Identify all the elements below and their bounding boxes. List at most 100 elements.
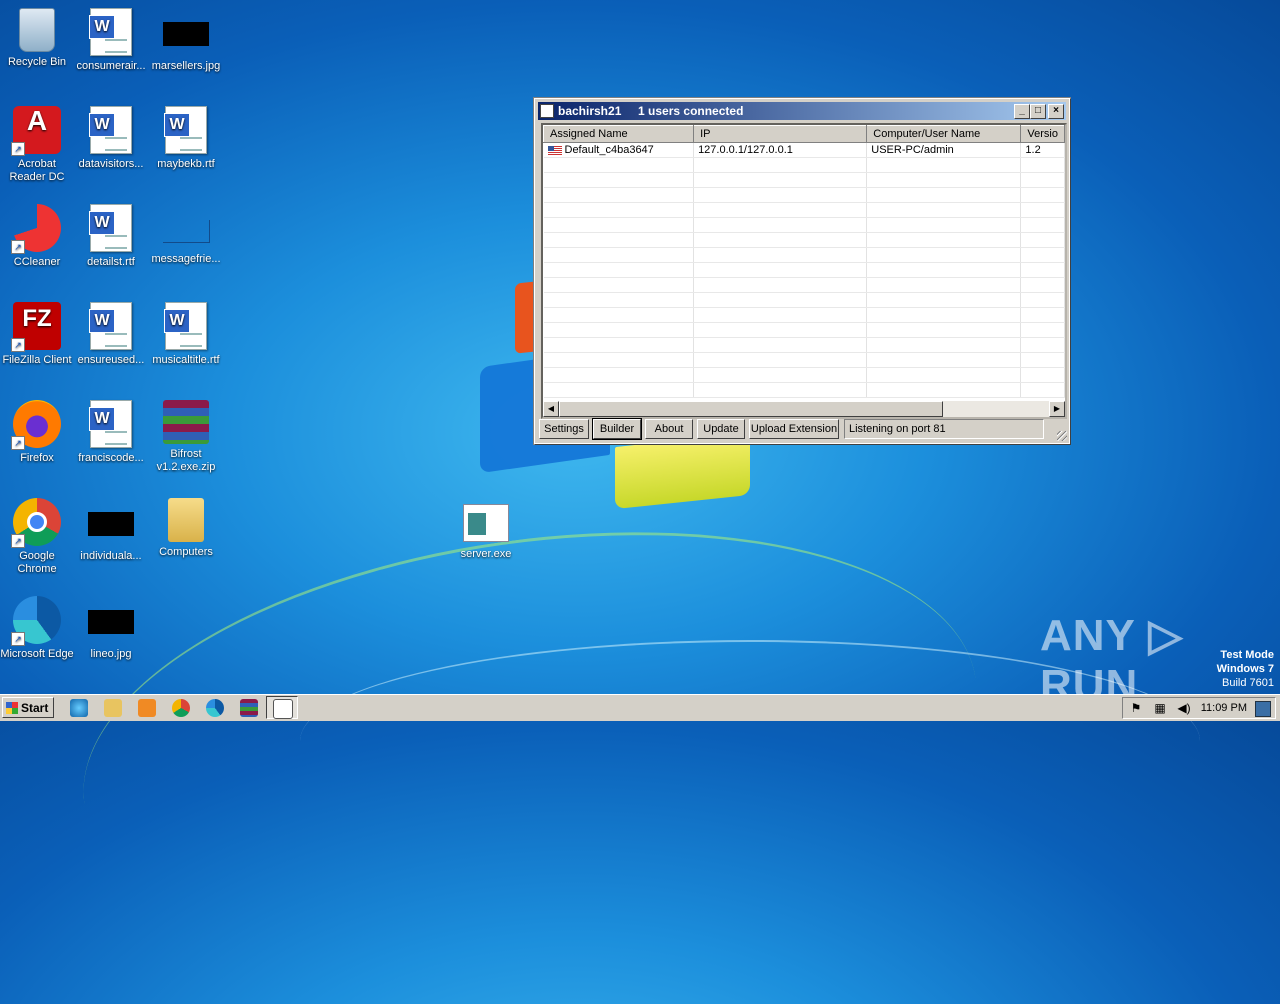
- desktop-icon-server-exe[interactable]: server.exe: [449, 498, 523, 561]
- empty-cell: [693, 322, 868, 338]
- winrar-taskbar-icon[interactable]: [240, 699, 258, 717]
- empty-cell: [1020, 247, 1065, 263]
- cell-user: USER-PC/admin: [866, 142, 1022, 158]
- empty-cell: [1020, 292, 1065, 308]
- bifrost-window[interactable]: bachirsh21 1 users connected _ □ × Assig…: [534, 98, 1070, 444]
- update-button[interactable]: Update: [697, 419, 745, 439]
- word-doc-icon: [164, 106, 207, 154]
- desktop-icon-firefox[interactable]: ↗ Firefox: [0, 400, 74, 465]
- desktop-icon-label: CCleaner: [13, 256, 61, 268]
- desktop-icon-datavisitors[interactable]: datavisitors...: [74, 106, 148, 171]
- empty-cell: [866, 382, 1022, 398]
- scroll-left-icon[interactable]: ◀: [543, 401, 559, 417]
- desktop-icon-ccleaner[interactable]: ↗ CCleaner: [0, 204, 74, 269]
- empty-table-row: [543, 187, 1065, 203]
- empty-cell: [866, 277, 1022, 293]
- button-row: Settings Builder About Update Upload Ext…: [539, 418, 1065, 440]
- image-file-icon: [88, 512, 134, 536]
- column-header-assigned-name[interactable]: Assigned Name: [543, 125, 695, 143]
- empty-cell: [1020, 172, 1065, 188]
- column-header-version[interactable]: Versio: [1020, 125, 1065, 143]
- settings-button[interactable]: Settings: [539, 419, 589, 439]
- table-row[interactable]: Default_c4ba3647 127.0.0.1/127.0.0.1 USE…: [543, 142, 1065, 158]
- folder-icon: [168, 498, 204, 542]
- empty-cell: [543, 367, 695, 383]
- column-header-ip[interactable]: IP: [693, 125, 868, 143]
- edge-taskbar-icon[interactable]: [206, 699, 224, 717]
- empty-table-row: [543, 262, 1065, 278]
- file-explorer-icon[interactable]: [104, 699, 122, 717]
- column-header-computer-user[interactable]: Computer/User Name: [866, 125, 1022, 143]
- upload-extension-button[interactable]: Upload Extension: [749, 419, 839, 439]
- desktop-icon-filezilla[interactable]: ↗ FileZilla Client: [0, 302, 74, 367]
- internet-explorer-icon[interactable]: [70, 699, 88, 717]
- empty-cell: [866, 307, 1022, 323]
- empty-cell: [693, 217, 868, 233]
- media-player-icon[interactable]: [138, 699, 156, 717]
- desktop-icon-ensureused[interactable]: ensureused...: [74, 302, 148, 367]
- empty-table-row: [543, 247, 1065, 263]
- desktop-icon-musicaltitle[interactable]: musicaltitle.rtf: [149, 302, 223, 367]
- empty-cell: [866, 262, 1022, 278]
- scrollbar-thumb[interactable]: [559, 401, 943, 417]
- cell-version: 1.2: [1020, 142, 1065, 158]
- desktop-icon-detailst[interactable]: detailst.rtf: [74, 204, 148, 269]
- desktop-icon-label: franciscode...: [78, 452, 144, 464]
- shortcut-arrow-icon: ↗: [11, 632, 25, 646]
- desktop-icon-label: individuala...: [80, 550, 142, 562]
- show-desktop-icon[interactable]: [1255, 701, 1271, 717]
- blank-file-icon: [162, 220, 210, 243]
- app-icon: [540, 104, 554, 118]
- desktop-icon-consumerair[interactable]: consumerair...: [74, 8, 148, 73]
- close-icon[interactable]: ×: [1048, 104, 1064, 119]
- status-text: Listening on port 81: [844, 419, 1044, 439]
- desktop-icon-acrobat[interactable]: ↗ Acrobat Reader DC: [0, 106, 74, 184]
- desktop-icon-bifrost-zip[interactable]: Bifrost v1.2.exe.zip: [149, 400, 223, 474]
- empty-cell: [693, 382, 868, 398]
- maximize-icon[interactable]: □: [1030, 104, 1046, 119]
- empty-cell: [866, 367, 1022, 383]
- horizontal-scrollbar[interactable]: ◀ ▶: [543, 401, 1065, 417]
- desktop-icon-recycle-bin[interactable]: Recycle Bin: [0, 8, 74, 69]
- empty-cell: [1020, 262, 1065, 278]
- desktop-icon-messagefrie[interactable]: messagefrie...: [149, 204, 223, 266]
- chrome-taskbar-icon[interactable]: [172, 699, 190, 717]
- network-icon[interactable]: ▦: [1153, 701, 1167, 715]
- word-doc-icon: [89, 106, 132, 154]
- bifrost-taskbar-button[interactable]: [266, 696, 298, 719]
- empty-cell: [866, 322, 1022, 338]
- watermark-line1: Test Mode: [1220, 649, 1274, 661]
- desktop-icon-individuala[interactable]: individuala...: [74, 498, 148, 563]
- empty-cell: [693, 262, 868, 278]
- empty-cell: [543, 352, 695, 368]
- desktop-icon-chrome[interactable]: ↗ Google Chrome: [0, 498, 74, 576]
- desktop-icon-maybekb[interactable]: maybekb.rtf: [149, 106, 223, 171]
- empty-cell: [543, 217, 695, 233]
- start-button[interactable]: Start: [2, 697, 54, 718]
- desktop-icon-marsellers[interactable]: marsellers.jpg: [149, 8, 223, 73]
- desktop-icon-computers[interactable]: Computers: [149, 498, 223, 559]
- exe-icon: [463, 504, 509, 542]
- scroll-right-icon[interactable]: ▶: [1049, 401, 1065, 417]
- resize-grip-icon[interactable]: [1057, 431, 1067, 441]
- action-center-flag-icon[interactable]: ⚑: [1129, 701, 1143, 715]
- empty-table-row: [543, 307, 1065, 323]
- desktop-icon-label: consumerair...: [76, 60, 146, 72]
- empty-cell: [1020, 187, 1065, 203]
- desktop-icon-franciscode[interactable]: franciscode...: [74, 400, 148, 465]
- connections-list[interactable]: Assigned Name IP Computer/User Name Vers…: [541, 123, 1067, 419]
- volume-icon[interactable]: ◀): [1177, 701, 1191, 715]
- desktop-icon-lineo[interactable]: lineo.jpg: [74, 596, 148, 661]
- empty-cell: [1020, 202, 1065, 218]
- minimize-icon[interactable]: _: [1014, 104, 1030, 119]
- about-button[interactable]: About: [645, 419, 693, 439]
- desktop-icon-label: FileZilla Client: [2, 354, 72, 366]
- window-titlebar[interactable]: bachirsh21 1 users connected _ □ ×: [538, 102, 1066, 120]
- clock[interactable]: 11:09 PM: [1201, 698, 1247, 718]
- empty-cell: [693, 247, 868, 263]
- winrar-icon: [163, 400, 209, 444]
- empty-cell: [543, 307, 695, 323]
- empty-cell: [866, 247, 1022, 263]
- builder-button[interactable]: Builder: [592, 418, 642, 440]
- desktop-icon-edge[interactable]: ↗ Microsoft Edge: [0, 596, 74, 661]
